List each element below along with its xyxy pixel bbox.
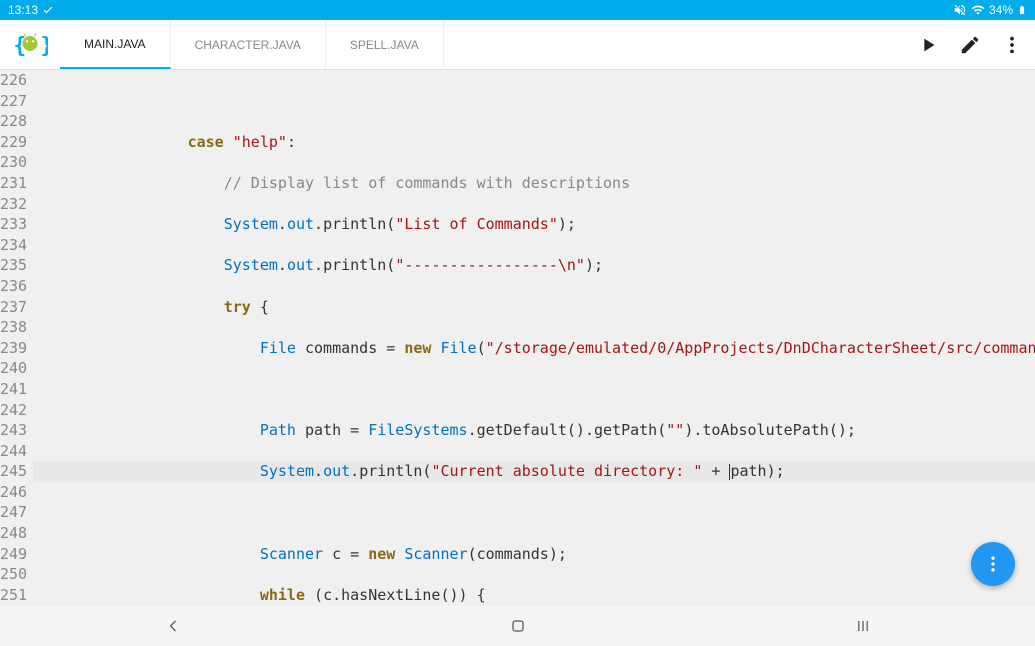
string: "Current absolute directory: ": [431, 462, 702, 480]
field: out: [323, 462, 350, 480]
line-number: 236: [0, 276, 27, 297]
keyword-while: while: [260, 586, 305, 604]
line-number: 231: [0, 173, 27, 194]
line-number: 244: [0, 441, 27, 462]
line-number: 248: [0, 523, 27, 544]
tab-main[interactable]: MAIN.JAVA: [60, 20, 171, 69]
line-number: 235: [0, 255, 27, 276]
line-number: 230: [0, 152, 27, 173]
tab-spell[interactable]: SPELL.JAVA: [326, 20, 444, 69]
string: "help": [233, 133, 287, 151]
line-number: 237: [0, 297, 27, 318]
line-number: 233: [0, 214, 27, 235]
method: getPath: [594, 421, 657, 439]
type: Path: [260, 421, 296, 439]
code-area[interactable]: case "help": // Display list of commands…: [33, 70, 1035, 606]
toolbar: { } MAIN.JAVA CHARACTER.JAVA SPELL.JAVA: [0, 20, 1035, 70]
status-time-area: 13:13: [8, 3, 54, 17]
code-editor[interactable]: 2262272282292302312322332342352362372382…: [0, 70, 1035, 606]
line-number: 228: [0, 111, 27, 132]
line-number: 241: [0, 379, 27, 400]
string: "List of Commands": [395, 215, 558, 233]
line-number: 242: [0, 400, 27, 421]
field: out: [287, 256, 314, 274]
status-right-area: 34%: [953, 3, 1027, 17]
tab-spell-label: SPELL.JAVA: [350, 38, 419, 52]
line-number: 250: [0, 564, 27, 585]
type: File: [440, 339, 476, 357]
line-number: 239: [0, 338, 27, 359]
method: hasNextLine: [341, 586, 440, 604]
method: println: [323, 256, 386, 274]
line-number: 240: [0, 358, 27, 379]
string: "": [666, 421, 684, 439]
line-number: 247: [0, 502, 27, 523]
tab-main-label: MAIN.JAVA: [84, 37, 146, 51]
comment: // Display list of commands with descrip…: [224, 174, 630, 192]
status-time: 13:13: [8, 3, 38, 17]
type: Scanner: [260, 545, 323, 563]
var: path: [305, 421, 341, 439]
tab-bar: MAIN.JAVA CHARACTER.JAVA SPELL.JAVA: [60, 20, 917, 69]
method: println: [359, 462, 422, 480]
string: "/storage/emulated/0/AppProjects/DnDChar…: [486, 339, 1035, 357]
type: File: [260, 339, 296, 357]
type: Scanner: [404, 545, 467, 563]
recents-button[interactable]: [853, 616, 873, 636]
method: toAbsolutePath: [702, 421, 828, 439]
line-number: 245: [0, 461, 27, 482]
battery-icon: [1017, 3, 1027, 17]
tab-character-label: CHARACTER.JAVA: [195, 38, 301, 52]
check-icon: [42, 4, 54, 16]
keyword-case: case: [188, 133, 224, 151]
mute-icon: [953, 3, 967, 17]
edit-button[interactable]: [959, 34, 981, 56]
svg-text:}: }: [41, 33, 49, 57]
var: c: [323, 586, 332, 604]
line-gutter: 2262272282292302312322332342352362372382…: [0, 70, 33, 606]
line-number: 234: [0, 235, 27, 256]
var: c: [332, 545, 341, 563]
var: commands: [477, 545, 549, 563]
type: System: [224, 215, 278, 233]
battery-percent: 34%: [989, 3, 1013, 17]
var: path: [730, 462, 766, 480]
type: System: [260, 462, 314, 480]
tab-character[interactable]: CHARACTER.JAVA: [171, 20, 326, 69]
line-number: 227: [0, 91, 27, 112]
system-nav-bar: [0, 606, 1035, 646]
line-number: 229: [0, 132, 27, 153]
back-button[interactable]: [163, 616, 183, 636]
keyword-new: new: [404, 339, 431, 357]
wifi-icon: [971, 3, 985, 17]
more-button[interactable]: [1001, 34, 1023, 56]
var: commands: [305, 339, 377, 357]
status-bar: 13:13 34%: [0, 0, 1035, 20]
method: getDefault: [477, 421, 567, 439]
line-number: 251: [0, 585, 27, 606]
run-button[interactable]: [917, 34, 939, 56]
line-number: 243: [0, 420, 27, 441]
string: "-----------------\n": [395, 256, 585, 274]
app-icon[interactable]: { }: [12, 27, 48, 63]
fab-more-button[interactable]: [971, 542, 1015, 586]
line-number: 238: [0, 317, 27, 338]
line-number: 226: [0, 70, 27, 91]
line-number: 249: [0, 544, 27, 565]
type: FileSystems: [368, 421, 467, 439]
keyword-new: new: [368, 545, 395, 563]
method: println: [323, 215, 386, 233]
line-number: 246: [0, 482, 27, 503]
home-button[interactable]: [508, 616, 528, 636]
keyword-try: try: [224, 298, 251, 316]
more-vert-icon: [983, 554, 1003, 574]
type: System: [224, 256, 278, 274]
line-number: 232: [0, 194, 27, 215]
field: out: [287, 215, 314, 233]
